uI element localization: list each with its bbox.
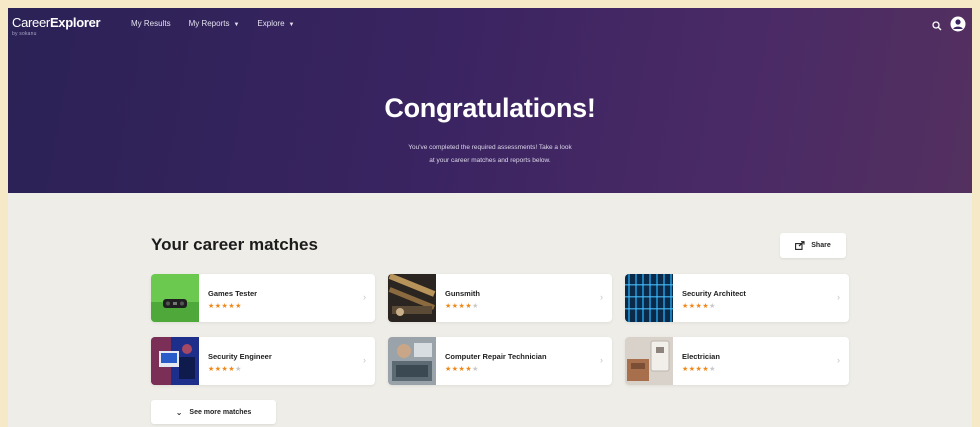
brand-tagline: by sokanu xyxy=(12,31,37,37)
security-architect-thumbnail xyxy=(625,274,673,322)
hero-title: Congratulations! xyxy=(384,93,596,123)
nav-my-reports-label: My Reports xyxy=(188,19,230,28)
career-card-games-tester[interactable]: Games Tester ★★★★★ › xyxy=(151,274,375,322)
nav-my-results[interactable]: My Results xyxy=(131,19,171,28)
see-more-matches-button[interactable]: ⌄ See more matches xyxy=(151,400,276,424)
app-frame: CareerExplorer by sokanu My Results My R… xyxy=(8,8,972,427)
hero-subtitle-line-2: at your career matches and reports below… xyxy=(429,157,551,164)
chevron-right-icon: › xyxy=(837,355,840,365)
chevron-down-icon: ▼ xyxy=(233,22,240,28)
career-name: Security Engineer xyxy=(208,352,272,361)
career-name: Gunsmith xyxy=(445,289,480,298)
top-nav: CareerExplorer by sokanu My Results My R… xyxy=(8,8,972,42)
gunsmith-thumbnail xyxy=(388,274,436,322)
see-more-label: See more matches xyxy=(189,408,252,416)
chevron-down-icon: ▼ xyxy=(288,22,295,28)
brand-suffix: Explorer xyxy=(49,15,101,30)
games-tester-thumbnail xyxy=(151,274,199,322)
star-rating: ★★★★★ xyxy=(208,303,242,310)
chevron-right-icon: › xyxy=(600,292,603,302)
computer-repair-technician-thumbnail xyxy=(388,337,436,385)
star-rating: ★★★★★ xyxy=(445,303,479,310)
hero-banner: CareerExplorer by sokanu My Results My R… xyxy=(8,8,972,193)
chevron-right-icon: › xyxy=(363,292,366,302)
hero-subtitle-line-1: You've completed the required assessment… xyxy=(408,144,572,151)
career-card-security-architect[interactable]: Security Architect ★★★★★ › xyxy=(625,274,849,322)
share-label: Share xyxy=(811,242,831,249)
career-card-gunsmith[interactable]: Gunsmith ★★★★★ › xyxy=(388,274,612,322)
electrician-thumbnail xyxy=(625,337,673,385)
user-account-icon[interactable] xyxy=(950,16,966,37)
share-icon xyxy=(795,241,805,250)
star-rating: ★★★★★ xyxy=(682,303,716,310)
chevron-right-icon: › xyxy=(363,355,366,365)
nav-my-reports[interactable]: My Reports ▼ xyxy=(189,19,240,28)
career-card-computer-repair-technician[interactable]: Computer Repair Technician ★★★★★ › xyxy=(388,337,612,385)
hero-subtitle: You've completed the required assessment… xyxy=(370,141,610,167)
security-engineer-thumbnail xyxy=(151,337,199,385)
star-rating: ★★★★★ xyxy=(445,366,479,373)
brand-logo[interactable]: CareerExplorer by sokanu xyxy=(12,15,101,37)
career-name: Electrician xyxy=(682,352,720,361)
career-name: Computer Repair Technician xyxy=(445,352,547,361)
career-card-electrician[interactable]: Electrician ★★★★★ › xyxy=(625,337,849,385)
career-matches-heading: Your career matches xyxy=(151,235,318,254)
search-icon[interactable] xyxy=(932,18,942,36)
chevron-right-icon: › xyxy=(837,292,840,302)
chevron-right-icon: › xyxy=(600,355,603,365)
career-name: Games Tester xyxy=(208,289,258,298)
career-card-security-engineer[interactable]: Security Engineer ★★★★★ › xyxy=(151,337,375,385)
star-rating: ★★★★★ xyxy=(682,366,716,373)
nav-explore[interactable]: Explore ▼ xyxy=(257,19,294,28)
share-button[interactable]: Share xyxy=(780,233,846,258)
star-rating: ★★★★★ xyxy=(208,366,242,373)
chevron-down-icon: ⌄ xyxy=(175,407,183,417)
nav-explore-label: Explore xyxy=(257,19,285,28)
nav-my-results-label: My Results xyxy=(131,19,171,28)
brand-prefix: Career xyxy=(12,15,50,30)
career-name: Security Architect xyxy=(682,289,746,298)
